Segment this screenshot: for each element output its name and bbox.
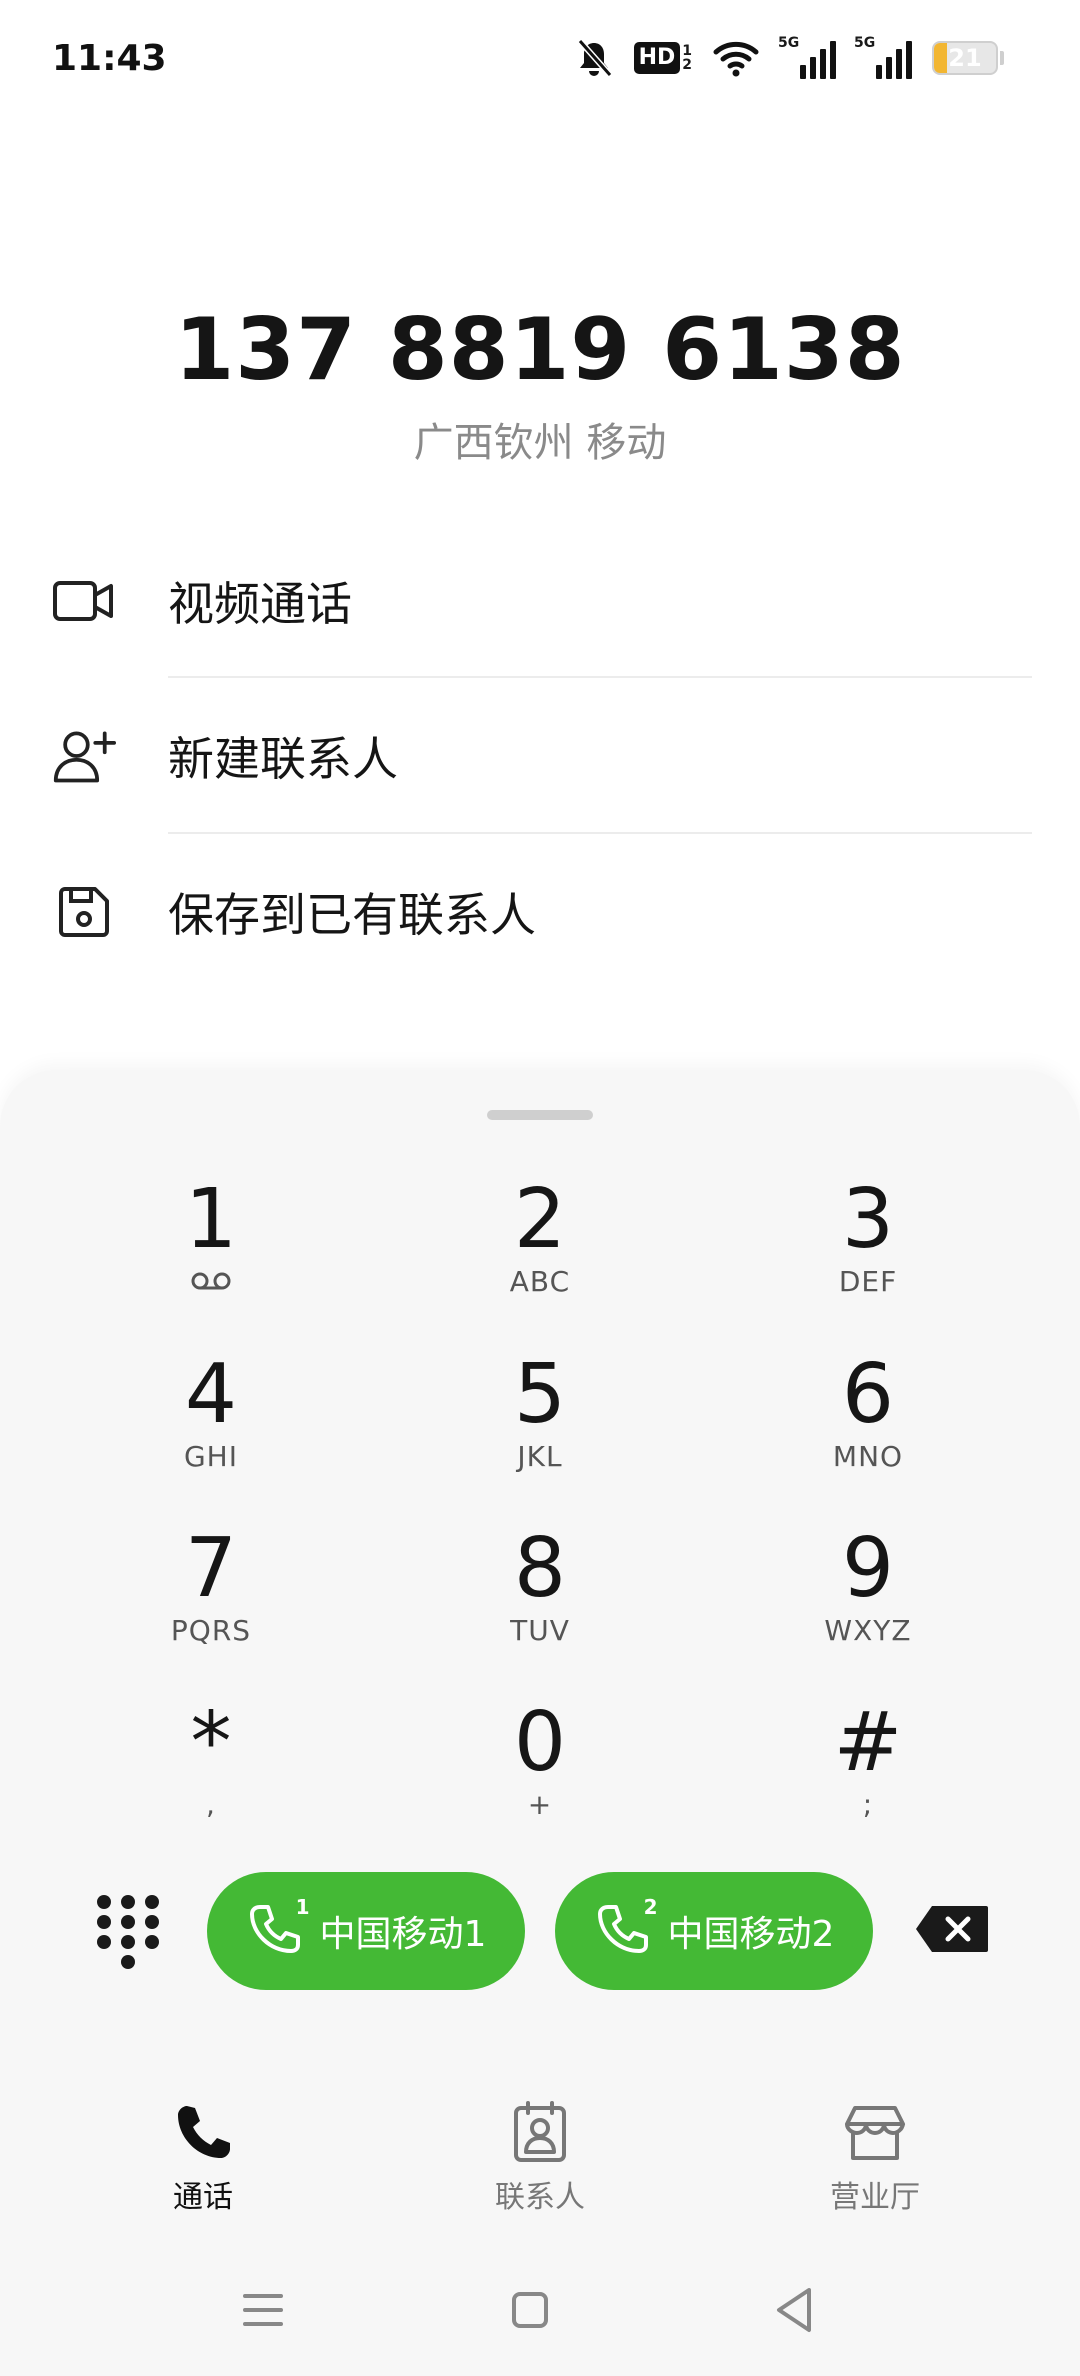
store-icon <box>845 2106 905 2160</box>
contacts-icon <box>514 2101 566 2162</box>
nav-calls[interactable]: 通话 <box>103 2100 303 2216</box>
nav-label: 营业厅 <box>830 2180 920 2215</box>
number-location: 广西钦州 移动 <box>413 420 667 466</box>
dialpad-toggle-icon[interactable] <box>96 1894 160 1970</box>
status-icons: HD 1 2 5G 5G 21 <box>574 35 1004 80</box>
key-7[interactable]: 7 PQRS <box>91 1524 331 1674</box>
backspace-icon[interactable] <box>914 1904 990 1954</box>
key-5[interactable]: 5 JKL <box>420 1350 660 1500</box>
menu-icon[interactable] <box>233 2280 293 2340</box>
key-9[interactable]: 9 WXYZ <box>748 1524 988 1674</box>
call-button-label: 中国移动2 <box>667 1914 835 1955</box>
call-button-label: 中国移动1 <box>319 1914 487 1955</box>
key-digit: 7 <box>184 1521 238 1616</box>
save-icon <box>52 880 116 944</box>
battery-level: 21 <box>948 44 982 72</box>
key-letters: + <box>527 1788 553 1821</box>
key-digit: 5 <box>513 1347 567 1442</box>
key-digit: 4 <box>184 1347 238 1442</box>
key-letters: , <box>206 1788 216 1821</box>
wifi-icon <box>713 41 759 77</box>
status-bar: 11:43 HD 1 2 5G 5G 21 <box>0 0 1080 120</box>
sim-number: 1 <box>295 1895 310 1919</box>
mute-bell-icon <box>577 39 612 77</box>
key-digit: 8 <box>513 1521 567 1616</box>
phone-icon <box>178 2106 230 2158</box>
key-star[interactable]: * , <box>91 1698 331 1848</box>
key-letters: WXYZ <box>824 1614 912 1647</box>
battery-icon: 21 <box>932 41 998 75</box>
key-2[interactable]: 2 ABC <box>420 1175 660 1325</box>
key-hash[interactable]: # ; <box>748 1698 988 1848</box>
add-person-icon <box>52 724 116 788</box>
sim2-network-label: 5G <box>854 35 876 51</box>
key-letters: ; <box>862 1788 874 1821</box>
key-letters: PQRS <box>170 1614 252 1647</box>
sim-number: 2 <box>643 1895 658 1919</box>
option-video-call[interactable]: 视频通话 <box>0 523 1080 678</box>
key-1[interactable]: 1 <box>91 1175 331 1325</box>
key-digit: 1 <box>184 1172 238 1267</box>
key-digit: # <box>833 1695 903 1790</box>
key-6[interactable]: 6 MNO <box>748 1350 988 1500</box>
key-8[interactable]: 8 TUV <box>420 1524 660 1674</box>
key-letters: ABC <box>509 1265 571 1298</box>
hd-sub-bottom: 2 <box>682 57 692 73</box>
key-letters: JKL <box>517 1440 563 1473</box>
dialed-number: 137 8819 6138 <box>174 300 906 400</box>
panel-drag-handle[interactable] <box>487 1110 593 1120</box>
key-3[interactable]: 3 DEF <box>748 1175 988 1325</box>
key-digit: 3 <box>841 1172 895 1267</box>
voicemail-icon <box>91 1265 331 1299</box>
home-icon[interactable] <box>500 2280 560 2340</box>
key-digit: 6 <box>841 1347 895 1442</box>
hd-label: HD <box>633 42 681 74</box>
key-digit: * <box>190 1695 232 1790</box>
option-label: 保存到已有联系人 <box>168 887 536 942</box>
battery-cap <box>1000 51 1004 65</box>
status-time: 11:43 <box>52 38 167 79</box>
hd-sub-top: 1 <box>682 43 692 59</box>
key-letters: GHI <box>183 1440 238 1473</box>
key-4[interactable]: 4 GHI <box>91 1350 331 1500</box>
sim2-signal-icon: 5G <box>854 35 912 79</box>
key-letters: TUV <box>510 1614 570 1647</box>
phone-icon: 2 <box>594 1895 658 1961</box>
option-new-contact[interactable]: 新建联系人 <box>0 678 1080 833</box>
video-camera-icon <box>52 569 116 633</box>
phone-icon: 1 <box>246 1895 310 1961</box>
call-sim1-button[interactable]: 1 中国移动1 <box>207 1872 525 1990</box>
key-digit: 2 <box>513 1172 567 1267</box>
option-label: 新建联系人 <box>168 731 398 786</box>
option-label: 视频通话 <box>168 576 352 631</box>
nav-contacts[interactable]: 联系人 <box>440 2100 640 2216</box>
key-digit: 0 <box>513 1695 567 1790</box>
nav-store[interactable]: 营业厅 <box>775 2100 975 2216</box>
sim1-network-label: 5G <box>778 35 800 51</box>
key-digit: 9 <box>841 1521 895 1616</box>
option-save-existing[interactable]: 保存到已有联系人 <box>0 834 1080 989</box>
back-icon[interactable] <box>765 2280 825 2340</box>
key-letters: MNO <box>832 1440 904 1473</box>
key-0[interactable]: 0 + <box>420 1698 660 1848</box>
sim1-signal-icon: 5G <box>778 35 836 79</box>
nav-label: 联系人 <box>495 2180 585 2215</box>
key-letters: DEF <box>838 1265 898 1298</box>
nav-label: 通话 <box>173 2180 233 2215</box>
call-sim2-button[interactable]: 2 中国移动2 <box>555 1872 873 1990</box>
hd-voice-badge: HD 1 2 <box>633 42 692 74</box>
